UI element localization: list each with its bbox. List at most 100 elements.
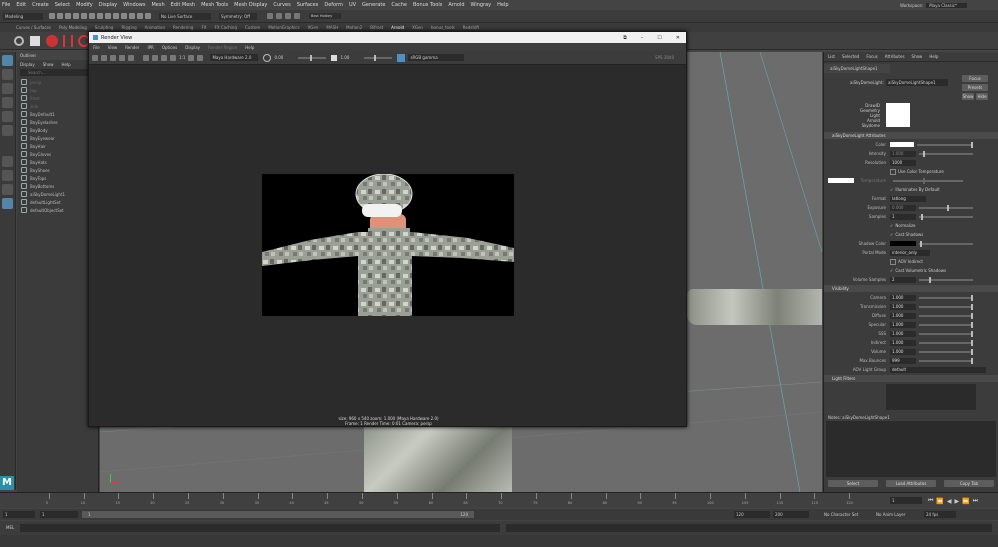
layout-persp-outliner-icon[interactable] [2,198,13,209]
show-manipulator-icon[interactable] [2,156,13,167]
menu-mesh[interactable]: Mesh [151,2,164,8]
menu-generate[interactable]: Generate [362,2,385,8]
outliner-item[interactable]: aiSkyDomeLight1 [17,190,98,198]
select-tool-icon[interactable] [2,55,13,66]
visibility-slider[interactable] [919,294,973,301]
outliner-menu-help[interactable]: Help [62,62,71,67]
render-menu-options[interactable]: Options [162,45,177,50]
visibility-slider[interactable] [919,339,973,346]
outliner-item[interactable]: BoyEyelashes [17,118,98,126]
real-size-icon[interactable] [170,54,176,61]
menu-surfaces[interactable]: Surfaces [297,2,319,8]
visibility-slider[interactable] [919,348,973,355]
render-menu-render[interactable]: Render [125,45,139,50]
window-close-icon[interactable]: ✕ [676,35,680,41]
visibility-slider[interactable] [919,303,973,310]
outliner-menu-display[interactable]: Display [20,62,35,67]
ae-menu-help[interactable]: Help [929,54,938,59]
cast-volumetric-checkbox[interactable]: ✓ [890,268,893,273]
select-component-icon[interactable] [105,13,111,19]
play-icon[interactable]: ▶ [955,498,960,505]
copy-tab-button[interactable]: Copy Tab [944,480,994,487]
render-menu-file[interactable]: File [93,45,100,50]
outliner-menu-show[interactable]: Show [43,62,54,67]
attr-aov-indirect[interactable]: AOV Indirect [824,257,998,266]
snap-grid-icon[interactable] [113,13,119,19]
menu-deform[interactable]: Deform [324,2,343,8]
menu-bonus-tools[interactable]: Bonus Tools [413,2,442,8]
outliner-item[interactable]: top [17,86,98,94]
current-frame-field[interactable]: 1 [890,497,922,504]
menu-edit[interactable]: Edit [16,2,26,8]
outliner-item[interactable]: persp [17,78,98,86]
layout-single-icon[interactable] [2,170,13,181]
volume-samples-field[interactable]: 2 [890,276,916,283]
command-language-label[interactable]: MEL [6,525,14,530]
move-tool-icon[interactable] [2,97,13,108]
go-to-end-icon[interactable]: ⏭ [973,497,978,505]
symmetry-dropdown[interactable]: Symmetry: Off [219,12,257,20]
ratio-label[interactable]: 1:1 [179,55,185,60]
menu-wingray[interactable]: Wingray [471,2,492,8]
menu-windows[interactable]: Windows [123,2,145,8]
color-management-icon[interactable] [397,53,406,62]
outliner-item[interactable]: defaultLightSet [17,198,98,206]
time-slider[interactable]: 5 10 15 20 25 30 35 40 45 50 55 60 65 70 75 80 85 90 95 100… [0,492,998,508]
temperature-slider[interactable] [893,177,963,184]
render-menu-render-region[interactable]: Render Region [208,45,237,50]
attr-cast-volumetric[interactable]: ✓ Cast Volumetric Shadows [824,266,998,275]
section-light-filters[interactable]: Light Filters [824,375,998,382]
remove-image-icon[interactable] [197,54,204,61]
window-maximize-icon[interactable]: ☐ [657,35,661,41]
section-skydome-attributes[interactable]: aiSkyDomeLight Attributes [824,132,998,139]
workspace-value[interactable]: Maya Classic* [926,2,968,8]
notes-field[interactable] [826,421,996,477]
visibility-field[interactable]: 1.000 [890,321,916,328]
samples-slider[interactable] [919,213,973,220]
cast-shadows-checkbox[interactable]: ✓ [890,232,893,237]
snap-curve-icon[interactable] [121,13,127,19]
visibility-slider[interactable] [919,321,973,328]
exposure-value[interactable]: 0.00 [274,55,298,60]
ae-menu-attributes[interactable]: Attributes [885,54,905,59]
scale-tool-icon[interactable] [2,125,13,136]
step-back-icon[interactable]: ◀ [947,498,952,505]
mode-dropdown[interactable]: Modeling [3,12,43,20]
live-surface-field[interactable]: No Live Surface [159,12,211,20]
select-hierarchy-icon[interactable] [89,13,95,19]
render-region-icon[interactable] [101,54,107,61]
focus-button[interactable]: Focus [962,75,988,82]
window-restore-icon[interactable]: ⧉ [623,35,627,41]
shadow-color-slider[interactable] [919,240,973,247]
menu-modify[interactable]: Modify [76,2,93,8]
workspace-selector[interactable]: Workspace: Maya Classic* [900,1,968,9]
portal-mode-dropdown[interactable]: interior_only [890,249,930,256]
menu-select[interactable]: Select [55,2,70,8]
step-forward-icon[interactable]: ⏩ [962,498,969,505]
visibility-slider[interactable] [919,312,973,319]
outliner-item[interactable]: front [17,94,98,102]
snapshot-icon[interactable] [110,54,116,61]
visibility-field[interactable]: 1.000 [890,294,916,301]
shelf-gear-icon[interactable] [14,35,24,46]
ae-menu-focus[interactable]: Focus [866,54,877,59]
menu-help[interactable]: Help [497,2,508,8]
menu-cache[interactable]: Cache [391,2,407,8]
outliner-item[interactable]: BoyTops [17,174,98,182]
intensity-field[interactable]: 1.000 [890,150,916,157]
visibility-field[interactable]: 1.000 [890,339,916,346]
step-back-key-icon[interactable]: ⏪ [936,498,943,505]
attr-normalize[interactable]: ✓ Normalize [824,221,998,230]
show-button[interactable]: Show [962,93,974,100]
arnold-light-icon[interactable] [63,34,73,47]
color-temp-checkbox[interactable] [890,168,896,175]
outliner-item[interactable]: BoyShoes [17,166,98,174]
undo-icon[interactable] [73,13,79,19]
visibility-field[interactable]: 1.000 [890,303,916,310]
ae-menu-show[interactable]: Show [912,54,923,59]
node-tab[interactable]: aiSkyDomeLightShape1 [824,64,890,73]
gamma-value[interactable]: 1.00 [340,55,364,60]
max-bounces-field[interactable]: 999 [890,357,916,364]
outliner-item[interactable]: BoyDefault1 [17,110,98,118]
snap-point-icon[interactable] [129,13,135,19]
